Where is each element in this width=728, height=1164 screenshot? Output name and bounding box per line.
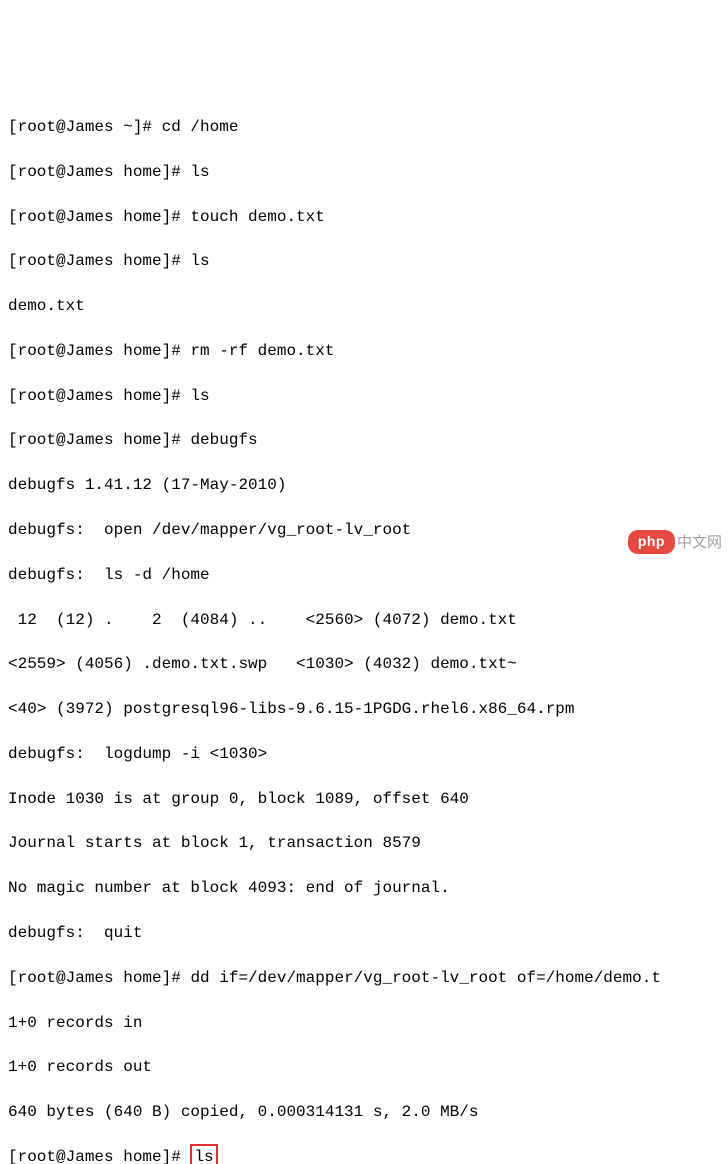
prompt: [root@James home]# — [8, 252, 190, 270]
prompt-line: [root@James home]# ls — [8, 161, 720, 183]
command: ls — [190, 387, 209, 405]
output-line: <40> (3972) postgresql96-libs-9.6.15-1PG… — [8, 698, 720, 720]
prompt-line: [root@James home]# debugfs — [8, 429, 720, 451]
prompt: [root@James home]# — [8, 431, 190, 449]
output-line: 1+0 records out — [8, 1056, 720, 1078]
output-line: Journal starts at block 1, transaction 8… — [8, 832, 720, 854]
prompt: [root@James home]# — [8, 1148, 190, 1164]
prompt-line: [root@James home]# ls — [8, 1146, 720, 1164]
prompt: [root@James home]# — [8, 163, 190, 181]
watermark: php 中文网 — [628, 530, 722, 554]
prompt-line: [root@James ~]# cd /home — [8, 116, 720, 138]
command: rm -rf demo.txt — [190, 342, 334, 360]
prompt-line: [root@James home]# ls — [8, 385, 720, 407]
output-line: debugfs: open /dev/mapper/vg_root-lv_roo… — [8, 519, 720, 541]
prompt: [root@James home]# — [8, 969, 190, 987]
command: ls — [190, 252, 209, 270]
prompt-line: [root@James home]# rm -rf demo.txt — [8, 340, 720, 362]
terminal-output[interactable]: [root@James ~]# cd /home [root@James hom… — [8, 94, 720, 1164]
prompt: [root@James home]# — [8, 342, 190, 360]
prompt-line: [root@James home]# dd if=/dev/mapper/vg_… — [8, 967, 720, 989]
output-line: No magic number at block 4093: end of jo… — [8, 877, 720, 899]
prompt: [root@James home]# — [8, 387, 190, 405]
output-line: debugfs: logdump -i <1030> — [8, 743, 720, 765]
output-line: <2559> (4056) .demo.txt.swp <1030> (4032… — [8, 653, 720, 675]
output-line: 12 (12) . 2 (4084) .. <2560> (4072) demo… — [8, 609, 720, 631]
command: debugfs — [190, 431, 257, 449]
highlight-box: ls — [190, 1144, 217, 1164]
watermark-pill: php — [628, 530, 675, 554]
command: dd if=/dev/mapper/vg_root-lv_root of=/ho… — [190, 969, 660, 987]
output-line: debugfs: ls -d /home — [8, 564, 720, 586]
command: ls — [194, 1148, 213, 1164]
watermark-text: 中文网 — [677, 532, 722, 553]
command: touch demo.txt — [190, 208, 324, 226]
output-line: demo.txt — [8, 295, 720, 317]
prompt: [root@James home]# — [8, 208, 190, 226]
output-line: debugfs: quit — [8, 922, 720, 944]
output-line: 1+0 records in — [8, 1012, 720, 1034]
prompt-line: [root@James home]# touch demo.txt — [8, 206, 720, 228]
command: ls — [190, 163, 209, 181]
output-line: Inode 1030 is at group 0, block 1089, of… — [8, 788, 720, 810]
output-line: debugfs 1.41.12 (17-May-2010) — [8, 474, 720, 496]
prompt-line: [root@James home]# ls — [8, 250, 720, 272]
output-line: 640 bytes (640 B) copied, 0.000314131 s,… — [8, 1101, 720, 1123]
command: cd /home — [162, 118, 239, 136]
prompt: [root@James ~]# — [8, 118, 162, 136]
